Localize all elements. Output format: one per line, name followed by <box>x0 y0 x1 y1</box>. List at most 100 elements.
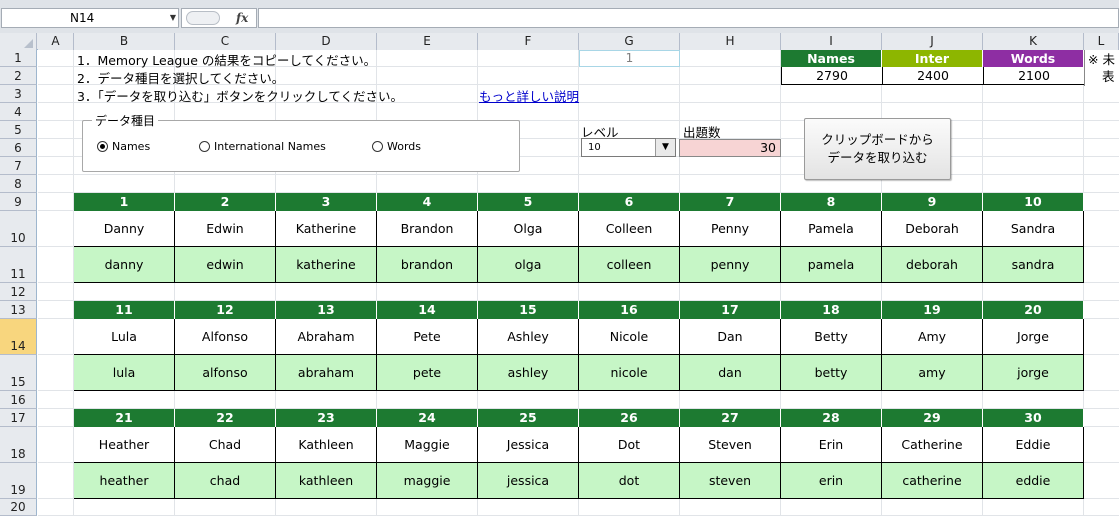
row-header[interactable]: 11 <box>0 247 37 283</box>
item-number[interactable]: 27 <box>680 409 781 427</box>
row-header[interactable]: 12 <box>0 283 37 301</box>
item-number[interactable]: 18 <box>781 301 882 319</box>
count-field[interactable]: 30 <box>679 139 781 157</box>
item-name[interactable]: Erin <box>781 427 882 463</box>
column-header[interactable]: L <box>1084 33 1119 50</box>
item-name[interactable]: Brandon <box>377 211 478 247</box>
column-header[interactable]: I <box>781 33 882 50</box>
item-answer[interactable]: sandra <box>983 247 1084 283</box>
row-header[interactable]: 8 <box>0 175 37 193</box>
item-answer[interactable]: danny <box>74 247 175 283</box>
item-name[interactable]: Pete <box>377 319 478 355</box>
item-name[interactable]: Edwin <box>175 211 276 247</box>
item-number[interactable]: 9 <box>882 193 983 211</box>
item-number[interactable]: 15 <box>478 301 579 319</box>
column-header[interactable]: D <box>276 33 377 50</box>
item-name[interactable]: Penny <box>680 211 781 247</box>
column-header[interactable]: G <box>579 33 680 50</box>
item-name[interactable]: Jessica <box>478 427 579 463</box>
item-name[interactable]: Ashley <box>478 319 579 355</box>
item-answer[interactable]: heather <box>74 463 175 499</box>
item-answer[interactable]: nicole <box>579 355 680 391</box>
name-box-dropdown-icon[interactable]: ▼ <box>166 8 180 28</box>
item-answer[interactable]: steven <box>680 463 781 499</box>
row-header[interactable]: 13 <box>0 301 37 319</box>
item-name[interactable]: Danny <box>74 211 175 247</box>
item-name[interactable]: Pamela <box>781 211 882 247</box>
row-header[interactable]: 7 <box>0 157 37 175</box>
item-name[interactable]: Olga <box>478 211 579 247</box>
item-answer[interactable]: olga <box>478 247 579 283</box>
item-number[interactable]: 8 <box>781 193 882 211</box>
radio-words[interactable]: Words <box>372 139 421 153</box>
item-number[interactable]: 14 <box>377 301 478 319</box>
item-name[interactable]: Jorge <box>983 319 1084 355</box>
item-number[interactable]: 19 <box>882 301 983 319</box>
formula-bar-handle-icon[interactable] <box>186 11 220 25</box>
row-header[interactable]: 4 <box>0 103 37 121</box>
item-answer[interactable]: alfonso <box>175 355 276 391</box>
item-answer[interactable]: ashley <box>478 355 579 391</box>
item-number[interactable]: 1 <box>74 193 175 211</box>
item-answer[interactable]: pete <box>377 355 478 391</box>
item-name[interactable]: Dot <box>579 427 680 463</box>
item-answer[interactable]: kathleen <box>276 463 377 499</box>
item-name[interactable]: Alfonso <box>175 319 276 355</box>
row-header[interactable]: 10 <box>0 211 37 247</box>
item-number[interactable]: 4 <box>377 193 478 211</box>
insert-function-icon[interactable]: fx <box>236 8 254 28</box>
item-answer[interactable]: dot <box>579 463 680 499</box>
item-name[interactable]: Catherine <box>882 427 983 463</box>
item-name[interactable]: Katherine <box>276 211 377 247</box>
item-number[interactable]: 5 <box>478 193 579 211</box>
row-header[interactable]: 2 <box>0 67 37 85</box>
item-name[interactable]: Amy <box>882 319 983 355</box>
item-name[interactable]: Chad <box>175 427 276 463</box>
row-header[interactable]: 9 <box>0 193 37 211</box>
item-name[interactable]: Lula <box>74 319 175 355</box>
item-name[interactable]: Dan <box>680 319 781 355</box>
item-number[interactable]: 16 <box>579 301 680 319</box>
item-number[interactable]: 25 <box>478 409 579 427</box>
item-name[interactable]: Maggie <box>377 427 478 463</box>
item-answer[interactable]: eddie <box>983 463 1084 499</box>
item-answer[interactable]: deborah <box>882 247 983 283</box>
item-answer[interactable]: penny <box>680 247 781 283</box>
column-header[interactable]: E <box>377 33 478 50</box>
radio-unselected-icon[interactable] <box>199 140 210 152</box>
item-name[interactable]: Heather <box>74 427 175 463</box>
item-name[interactable]: Sandra <box>983 211 1084 247</box>
score-value-inter[interactable]: 2400 <box>882 67 984 85</box>
row-header[interactable]: 19 <box>0 463 37 499</box>
item-name[interactable]: Abraham <box>276 319 377 355</box>
item-name[interactable]: Eddie <box>983 427 1084 463</box>
item-answer[interactable]: edwin <box>175 247 276 283</box>
name-box[interactable]: N14 <box>1 8 179 28</box>
column-header[interactable]: K <box>983 33 1084 50</box>
item-answer[interactable]: betty <box>781 355 882 391</box>
radio-names[interactable]: Names <box>97 139 150 153</box>
item-answer[interactable]: dan <box>680 355 781 391</box>
item-number[interactable]: 30 <box>983 409 1084 427</box>
radio-unselected-icon[interactable] <box>372 140 383 152</box>
row-header[interactable]: 5 <box>0 121 37 139</box>
item-name[interactable]: Steven <box>680 427 781 463</box>
item-answer[interactable]: erin <box>781 463 882 499</box>
item-answer[interactable]: brandon <box>377 247 478 283</box>
row-header[interactable]: 14 <box>0 319 37 355</box>
row-header[interactable]: 20 <box>0 499 37 516</box>
item-number[interactable]: 11 <box>74 301 175 319</box>
radio-international-names[interactable]: International Names <box>199 139 326 153</box>
score-value-names[interactable]: 2790 <box>781 67 883 85</box>
item-number[interactable]: 6 <box>579 193 680 211</box>
item-number[interactable]: 13 <box>276 301 377 319</box>
item-answer[interactable]: jessica <box>478 463 579 499</box>
item-answer[interactable]: pamela <box>781 247 882 283</box>
item-number[interactable]: 12 <box>175 301 276 319</box>
cell-g1[interactable]: 1 <box>579 50 680 67</box>
column-header[interactable]: B <box>74 33 175 50</box>
column-header[interactable]: A <box>38 33 74 50</box>
item-number[interactable]: 23 <box>276 409 377 427</box>
formula-input[interactable] <box>258 8 1119 28</box>
item-answer[interactable]: lula <box>74 355 175 391</box>
